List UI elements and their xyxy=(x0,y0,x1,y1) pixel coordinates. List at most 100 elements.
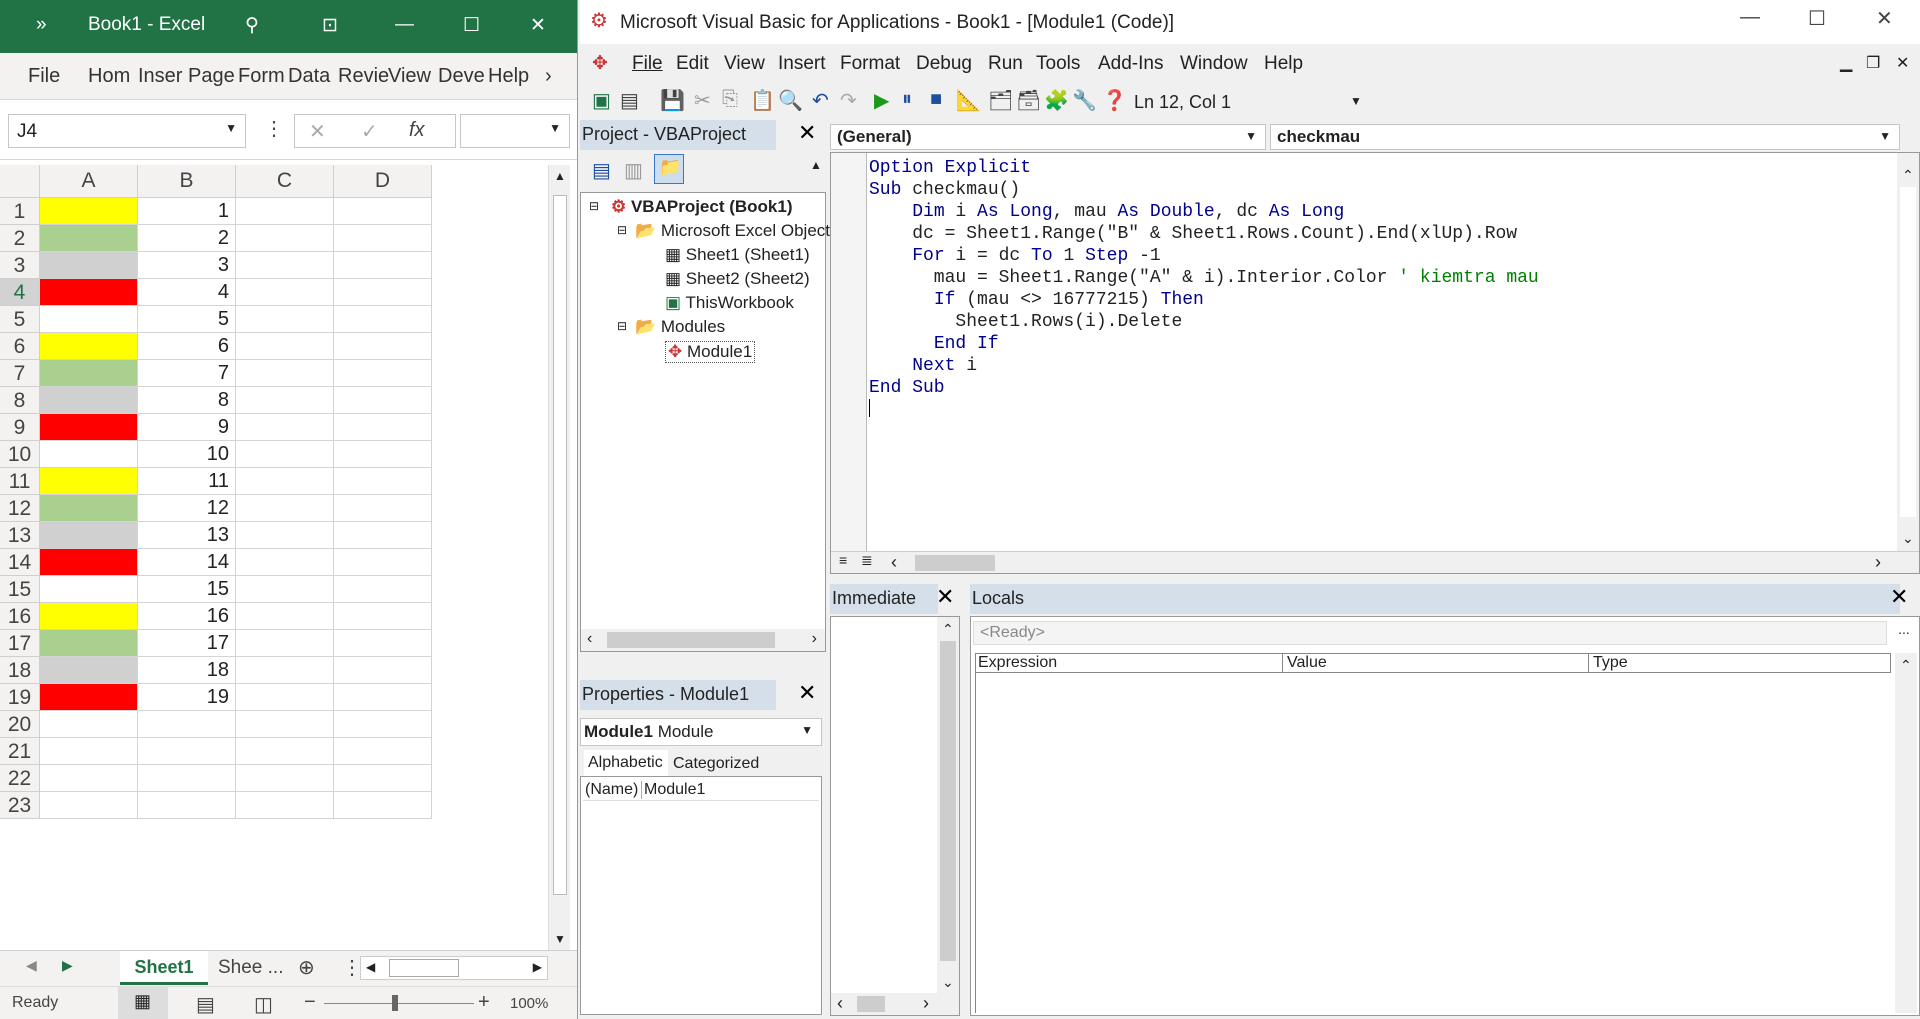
zoom-slider[interactable] xyxy=(324,1003,474,1004)
row-header[interactable]: 11 xyxy=(0,468,40,495)
grid-cell[interactable] xyxy=(236,252,334,279)
grid-cell[interactable] xyxy=(236,765,334,792)
grid-cell[interactable] xyxy=(334,360,432,387)
grid-cell[interactable] xyxy=(236,306,334,333)
column-header[interactable]: A xyxy=(40,165,138,198)
scroll-right-icon[interactable]: › xyxy=(812,630,817,648)
help-icon[interactable]: ❓ xyxy=(1102,88,1127,113)
grid-cell[interactable] xyxy=(236,279,334,306)
grid-cell[interactable]: 9 xyxy=(138,414,236,441)
immediate-window[interactable]: ⌃ ⌄ ‹ › xyxy=(830,616,960,1016)
menu-file[interactable]: File xyxy=(632,53,663,75)
properties-icon[interactable]: 🗃 xyxy=(1016,88,1041,113)
property-row[interactable]: (Name) Module1 xyxy=(583,779,819,801)
code-hscrollbar[interactable]: ≡ ≣ ‹ › xyxy=(831,551,1919,573)
grid-cell[interactable] xyxy=(40,738,138,765)
tree-excel-objects[interactable]: 📂 Microsoft Excel Object xyxy=(635,221,830,241)
grid-cell[interactable] xyxy=(236,711,334,738)
add-sheet-icon[interactable]: ⊕ xyxy=(298,955,315,980)
grid-cell[interactable] xyxy=(236,333,334,360)
grid-cell[interactable] xyxy=(40,279,138,306)
row-header[interactable]: 13 xyxy=(0,522,40,549)
immediate-close-icon[interactable]: ✕ xyxy=(936,584,954,610)
grid-cell[interactable] xyxy=(334,603,432,630)
minimize-icon[interactable]: — xyxy=(395,14,414,36)
cut-icon[interactable]: ✂ xyxy=(694,88,711,113)
row-header[interactable]: 23 xyxy=(0,792,40,819)
tab-developer[interactable]: Deve xyxy=(438,65,485,88)
grid-cell[interactable] xyxy=(334,468,432,495)
scroll-up-icon[interactable]: ⌃ xyxy=(942,621,954,638)
row-header[interactable]: 9 xyxy=(0,414,40,441)
grid-cell[interactable]: 14 xyxy=(138,549,236,576)
view-object-icon[interactable]: ▥ xyxy=(624,158,643,183)
grid-cell[interactable] xyxy=(334,792,432,819)
grid-cell[interactable]: 3 xyxy=(138,252,236,279)
vertical-scrollbar[interactable]: ▲ ▼ xyxy=(548,165,570,950)
grid-cell[interactable] xyxy=(236,414,334,441)
scroll-up-icon[interactable]: ▲ xyxy=(810,158,822,172)
prev-sheet-icon[interactable]: ◀ xyxy=(26,957,37,974)
property-value[interactable]: Module1 xyxy=(641,781,705,799)
tab-page[interactable]: Page xyxy=(188,65,235,88)
row-header[interactable]: 5 xyxy=(0,306,40,333)
tab-sheet1[interactable]: Sheet1 xyxy=(120,951,208,985)
menu-insert[interactable]: Insert xyxy=(778,53,826,75)
undo-icon[interactable]: ↶ xyxy=(812,88,829,113)
object-browser-icon[interactable]: 🧩 xyxy=(1044,88,1069,113)
grid-cell[interactable] xyxy=(236,576,334,603)
grid-cell[interactable] xyxy=(40,495,138,522)
grid-cell[interactable] xyxy=(138,711,236,738)
tab-file[interactable]: File xyxy=(28,65,60,88)
scroll-up-icon[interactable]: ⌃ xyxy=(1902,167,1914,184)
tab-home[interactable]: Hom xyxy=(88,65,130,88)
immediate-vscrollbar[interactable]: ⌃ ⌄ xyxy=(937,617,959,993)
scroll-thumb[interactable] xyxy=(940,641,956,961)
column-header[interactable]: B xyxy=(138,165,236,198)
scroll-down-icon[interactable]: ▼ xyxy=(554,932,566,946)
scroll-right-icon[interactable]: › xyxy=(923,993,929,1014)
collapse-icon[interactable]: ⊟ xyxy=(617,319,627,333)
row-header[interactable]: 7 xyxy=(0,360,40,387)
grid-cell[interactable] xyxy=(334,252,432,279)
code-line[interactable] xyxy=(869,399,1539,424)
grid-cell[interactable] xyxy=(40,603,138,630)
row-header[interactable]: 19 xyxy=(0,684,40,711)
menu-addins[interactable]: Add-Ins xyxy=(1098,53,1163,75)
grid-cell[interactable] xyxy=(40,711,138,738)
excel-view-icon[interactable]: ▣ xyxy=(592,88,611,113)
scroll-down-icon[interactable]: ⌄ xyxy=(942,974,954,991)
tree-thisworkbook[interactable]: ▣ ThisWorkbook xyxy=(665,293,794,313)
grid-cell[interactable]: 19 xyxy=(138,684,236,711)
scroll-right-icon[interactable]: ▶ xyxy=(533,960,542,974)
menu-edit[interactable]: Edit xyxy=(676,53,709,75)
menu-view[interactable]: View xyxy=(724,53,765,75)
immediate-hscrollbar[interactable]: ‹ › xyxy=(831,993,959,1015)
zoom-thumb[interactable] xyxy=(392,995,398,1011)
project-tree[interactable]: ⊟ ⚙ VBAProject (Book1) ⊟ 📂 Microsoft Exc… xyxy=(580,192,830,652)
reset-icon[interactable]: ■ xyxy=(930,88,942,111)
grid-cell[interactable] xyxy=(236,684,334,711)
code-line[interactable]: Sub checkmau() xyxy=(869,179,1539,201)
formula-input[interactable]: ▼ xyxy=(460,114,570,148)
collapse-icon[interactable]: ⊟ xyxy=(617,223,627,237)
grid-cell[interactable] xyxy=(138,765,236,792)
grid-cell[interactable] xyxy=(236,630,334,657)
page-break-icon[interactable]: ◫ xyxy=(254,992,273,1017)
ribbon-more[interactable]: » xyxy=(36,14,47,36)
minimize-icon[interactable]: — xyxy=(1740,6,1760,29)
full-module-view-icon[interactable]: ≣ xyxy=(861,552,873,569)
properties-close-icon[interactable]: ✕ xyxy=(798,680,816,706)
object-combo[interactable]: (General) ▼ xyxy=(830,124,1266,150)
grid-cell[interactable] xyxy=(334,333,432,360)
grid-cell[interactable] xyxy=(236,441,334,468)
grid-cell[interactable] xyxy=(40,657,138,684)
tree-sheet2[interactable]: ▦ Sheet2 (Sheet2) xyxy=(665,269,810,289)
page-layout-icon[interactable]: ▤ xyxy=(196,992,215,1017)
grid-cell[interactable] xyxy=(334,765,432,792)
paste-icon[interactable]: 📋 xyxy=(750,88,775,113)
code-line[interactable]: End If xyxy=(869,333,1539,355)
row-header[interactable]: 4 xyxy=(0,279,40,306)
grid-cell[interactable] xyxy=(236,198,334,225)
grid-cell[interactable] xyxy=(334,225,432,252)
